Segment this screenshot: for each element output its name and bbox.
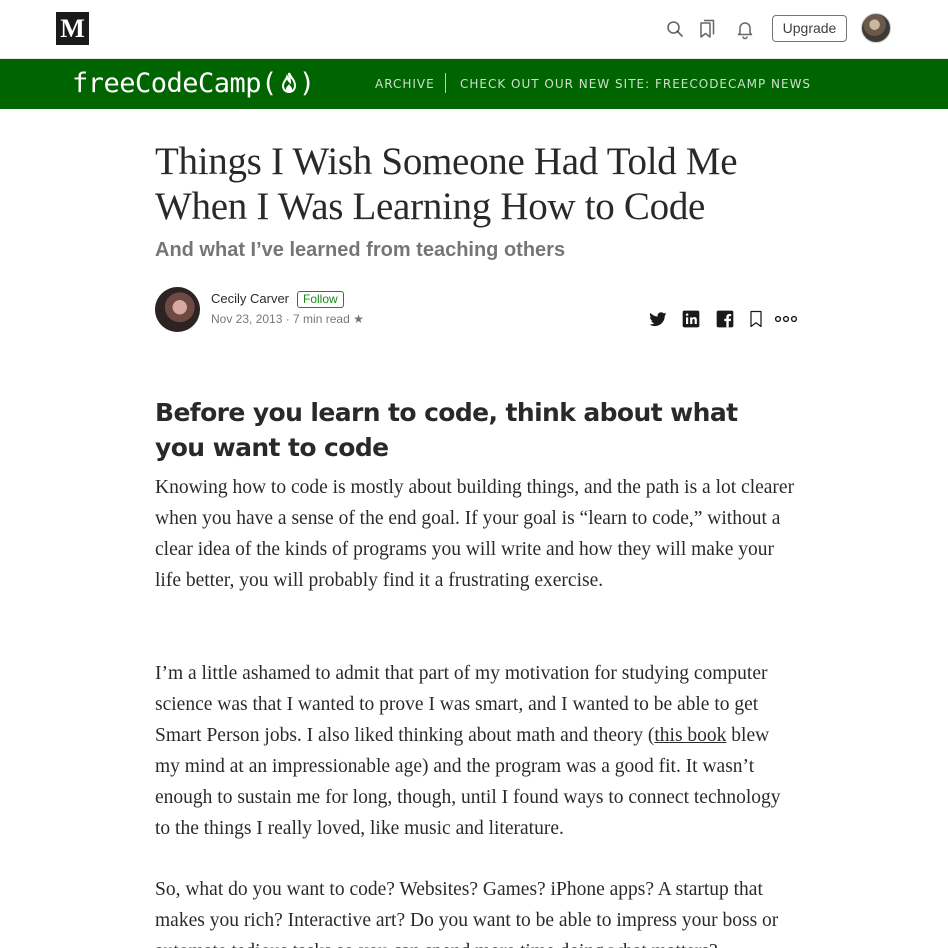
more-icon[interactable]	[774, 309, 798, 329]
user-avatar[interactable]	[861, 13, 891, 43]
article-subtitle: And what I’ve learned from teaching othe…	[155, 239, 566, 261]
freecodecamp-logo-close: )	[298, 67, 315, 99]
twitter-icon[interactable]	[648, 309, 668, 329]
article-meta: Nov 23, 2013 · 7 min read ★	[211, 312, 364, 326]
archive-link[interactable]: ARCHIVE	[375, 76, 435, 92]
bookmark-icon[interactable]	[746, 309, 766, 329]
nav-divider	[445, 73, 446, 93]
author-name[interactable]: Cecily Carver	[211, 291, 289, 307]
paragraph-2: I’m a little ashamed to admit that part …	[155, 658, 795, 844]
article-title: Things I Wish Someone Had Told Me When I…	[155, 140, 738, 228]
freecodecamp-logo[interactable]: freeCodeCamp( )	[72, 64, 315, 102]
medium-logo[interactable]: M	[56, 12, 89, 45]
upgrade-button[interactable]: Upgrade	[772, 15, 847, 42]
author-avatar[interactable]	[155, 287, 200, 332]
facebook-icon[interactable]	[715, 309, 735, 329]
freecodecamp-logo-text: freeCodeCamp(	[72, 67, 277, 99]
freecodecamp-news-link[interactable]: CHECK OUT OUR NEW SITE: FREECODECAMP NEW…	[460, 76, 811, 92]
bell-icon[interactable]	[733, 17, 757, 41]
section-heading: Before you learn to code, think about wh…	[155, 398, 738, 462]
bookmarks-icon[interactable]	[695, 17, 719, 41]
paragraph-3: So, what do you want to code? Websites? …	[155, 879, 779, 948]
search-icon[interactable]	[663, 17, 687, 41]
linkedin-icon[interactable]	[681, 309, 701, 329]
follow-button[interactable]: Follow	[297, 291, 344, 308]
flame-icon	[281, 72, 296, 93]
this-book-link[interactable]: this book	[654, 725, 726, 746]
paragraph-1: Knowing how to code is mostly about buil…	[155, 477, 795, 591]
